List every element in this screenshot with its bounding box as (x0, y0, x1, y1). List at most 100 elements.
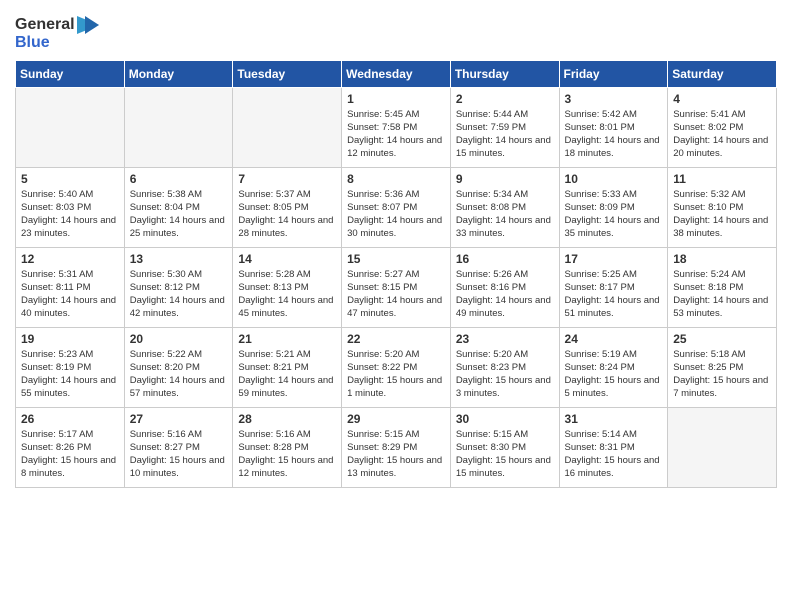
calendar-cell: 20Sunrise: 5:22 AM Sunset: 8:20 PM Dayli… (124, 327, 233, 407)
cell-info: Sunrise: 5:21 AM Sunset: 8:21 PM Dayligh… (238, 348, 336, 401)
cell-info: Sunrise: 5:31 AM Sunset: 8:11 PM Dayligh… (21, 268, 119, 321)
weekday-header-wednesday: Wednesday (342, 60, 451, 87)
logo-general: General (15, 16, 75, 34)
logo-text: General Blue (15, 16, 99, 52)
calendar-cell: 9Sunrise: 5:34 AM Sunset: 8:08 PM Daylig… (450, 167, 559, 247)
weekday-header-friday: Friday (559, 60, 668, 87)
day-number: 14 (238, 252, 336, 266)
calendar-cell: 15Sunrise: 5:27 AM Sunset: 8:15 PM Dayli… (342, 247, 451, 327)
cell-info: Sunrise: 5:17 AM Sunset: 8:26 PM Dayligh… (21, 428, 119, 481)
day-number: 4 (673, 92, 771, 106)
cell-info: Sunrise: 5:24 AM Sunset: 8:18 PM Dayligh… (673, 268, 771, 321)
day-number: 10 (565, 172, 663, 186)
cell-info: Sunrise: 5:20 AM Sunset: 8:22 PM Dayligh… (347, 348, 445, 401)
cell-info: Sunrise: 5:40 AM Sunset: 8:03 PM Dayligh… (21, 188, 119, 241)
calendar-cell: 5 Sunrise: 5:40 AM Sunset: 8:03 PM Daylig… (16, 167, 125, 247)
cell-info: Sunrise: 5:16 AM Sunset: 8:27 PM Dayligh… (130, 428, 228, 481)
calendar-week-row: 19 Sunrise: 5:23 AM Sunset: 8:19 PM Dayli… (16, 327, 777, 407)
cell-info: Sunrise: 5:42 AM Sunset: 8:01 PM Dayligh… (565, 108, 663, 161)
calendar-cell (124, 87, 233, 167)
weekday-header-monday: Monday (124, 60, 233, 87)
calendar-cell: 19 Sunrise: 5:23 AM Sunset: 8:19 PM Dayli… (16, 327, 125, 407)
calendar-cell: 30 Sunrise: 5:15 AM Sunset: 8:30 PM Dayli… (450, 407, 559, 487)
weekday-header-thursday: Thursday (450, 60, 559, 87)
calendar-cell: 31Sunrise: 5:14 AM Sunset: 8:31 PM Dayli… (559, 407, 668, 487)
cell-info: Sunrise: 5:44 AM Sunset: 7:59 PM Dayligh… (456, 108, 554, 161)
day-number: 21 (238, 332, 336, 346)
day-number: 15 (347, 252, 445, 266)
calendar-cell: 12 Sunrise: 5:31 AM Sunset: 8:11 PM Dayli… (16, 247, 125, 327)
calendar-cell: 18Sunrise: 5:24 AM Sunset: 8:18 PM Dayli… (668, 247, 777, 327)
calendar-cell: 16Sunrise: 5:26 AM Sunset: 8:16 PM Dayli… (450, 247, 559, 327)
cell-info: Sunrise: 5:30 AM Sunset: 8:12 PM Dayligh… (130, 268, 228, 321)
cell-info: Sunrise: 5:14 AM Sunset: 8:31 PM Dayligh… (565, 428, 663, 481)
day-number: 9 (456, 172, 554, 186)
calendar-cell: 2 Sunrise: 5:44 AM Sunset: 7:59 PM Daylig… (450, 87, 559, 167)
calendar-cell: 10 Sunrise: 5:33 AM Sunset: 8:09 PM Dayli… (559, 167, 668, 247)
calendar-cell: 21 Sunrise: 5:21 AM Sunset: 8:21 PM Dayli… (233, 327, 342, 407)
calendar-cell: 6 Sunrise: 5:38 AM Sunset: 8:04 PM Daylig… (124, 167, 233, 247)
cell-info: Sunrise: 5:38 AM Sunset: 8:04 PM Dayligh… (130, 188, 228, 241)
day-number: 22 (347, 332, 445, 346)
calendar-cell: 25Sunrise: 5:18 AM Sunset: 8:25 PM Dayli… (668, 327, 777, 407)
day-number: 11 (673, 172, 771, 186)
day-number: 8 (347, 172, 445, 186)
calendar-week-row: 12 Sunrise: 5:31 AM Sunset: 8:11 PM Dayli… (16, 247, 777, 327)
calendar-cell: 3 Sunrise: 5:42 AM Sunset: 8:01 PM Daylig… (559, 87, 668, 167)
day-number: 28 (238, 412, 336, 426)
cell-info: Sunrise: 5:32 AM Sunset: 8:10 PM Dayligh… (673, 188, 771, 241)
calendar-cell: 26 Sunrise: 5:17 AM Sunset: 8:26 PM Dayli… (16, 407, 125, 487)
day-number: 3 (565, 92, 663, 106)
calendar-cell (16, 87, 125, 167)
cell-info: Sunrise: 5:26 AM Sunset: 8:16 PM Dayligh… (456, 268, 554, 321)
calendar-cell: 23 Sunrise: 5:20 AM Sunset: 8:23 PM Dayli… (450, 327, 559, 407)
calendar-cell: 11 Sunrise: 5:32 AM Sunset: 8:10 PM Dayli… (668, 167, 777, 247)
calendar-cell: 14 Sunrise: 5:28 AM Sunset: 8:13 PM Dayli… (233, 247, 342, 327)
logo: General Blue (15, 16, 99, 52)
cell-info: Sunrise: 5:22 AM Sunset: 8:20 PM Dayligh… (130, 348, 228, 401)
logo-blue: Blue (15, 34, 99, 52)
day-number: 17 (565, 252, 663, 266)
cell-info: Sunrise: 5:41 AM Sunset: 8:02 PM Dayligh… (673, 108, 771, 161)
header: General Blue (15, 10, 777, 52)
cell-info: Sunrise: 5:37 AM Sunset: 8:05 PM Dayligh… (238, 188, 336, 241)
day-number: 27 (130, 412, 228, 426)
day-number: 24 (565, 332, 663, 346)
day-number: 19 (21, 332, 119, 346)
day-number: 13 (130, 252, 228, 266)
cell-info: Sunrise: 5:28 AM Sunset: 8:13 PM Dayligh… (238, 268, 336, 321)
calendar-cell: 13 Sunrise: 5:30 AM Sunset: 8:12 PM Dayli… (124, 247, 233, 327)
day-number: 25 (673, 332, 771, 346)
day-number: 26 (21, 412, 119, 426)
calendar-cell: 27 Sunrise: 5:16 AM Sunset: 8:27 PM Dayli… (124, 407, 233, 487)
calendar-cell: 29 Sunrise: 5:15 AM Sunset: 8:29 PM Dayli… (342, 407, 451, 487)
cell-info: Sunrise: 5:15 AM Sunset: 8:30 PM Dayligh… (456, 428, 554, 481)
calendar-cell: 4 Sunrise: 5:41 AM Sunset: 8:02 PM Daylig… (668, 87, 777, 167)
day-number: 30 (456, 412, 554, 426)
weekday-header-saturday: Saturday (668, 60, 777, 87)
day-number: 7 (238, 172, 336, 186)
calendar-week-row: 5 Sunrise: 5:40 AM Sunset: 8:03 PM Daylig… (16, 167, 777, 247)
calendar-cell (233, 87, 342, 167)
cell-info: Sunrise: 5:33 AM Sunset: 8:09 PM Dayligh… (565, 188, 663, 241)
day-number: 29 (347, 412, 445, 426)
calendar-cell (668, 407, 777, 487)
cell-info: Sunrise: 5:25 AM Sunset: 8:17 PM Dayligh… (565, 268, 663, 321)
cell-info: Sunrise: 5:23 AM Sunset: 8:19 PM Dayligh… (21, 348, 119, 401)
day-number: 23 (456, 332, 554, 346)
cell-info: Sunrise: 5:15 AM Sunset: 8:29 PM Dayligh… (347, 428, 445, 481)
cell-info: Sunrise: 5:36 AM Sunset: 8:07 PM Dayligh… (347, 188, 445, 241)
calendar-week-row: 1Sunrise: 5:45 AM Sunset: 7:58 PM Daylig… (16, 87, 777, 167)
weekday-header-sunday: Sunday (16, 60, 125, 87)
cell-info: Sunrise: 5:20 AM Sunset: 8:23 PM Dayligh… (456, 348, 554, 401)
calendar-cell: 28Sunrise: 5:16 AM Sunset: 8:28 PM Dayli… (233, 407, 342, 487)
day-number: 2 (456, 92, 554, 106)
calendar-table: SundayMondayTuesdayWednesdayThursdayFrid… (15, 60, 777, 488)
day-number: 12 (21, 252, 119, 266)
calendar-cell: 22 Sunrise: 5:20 AM Sunset: 8:22 PM Dayli… (342, 327, 451, 407)
cell-info: Sunrise: 5:19 AM Sunset: 8:24 PM Dayligh… (565, 348, 663, 401)
day-number: 5 (21, 172, 119, 186)
weekday-header-row: SundayMondayTuesdayWednesdayThursdayFrid… (16, 60, 777, 87)
day-number: 6 (130, 172, 228, 186)
calendar-cell: 8 Sunrise: 5:36 AM Sunset: 8:07 PM Daylig… (342, 167, 451, 247)
